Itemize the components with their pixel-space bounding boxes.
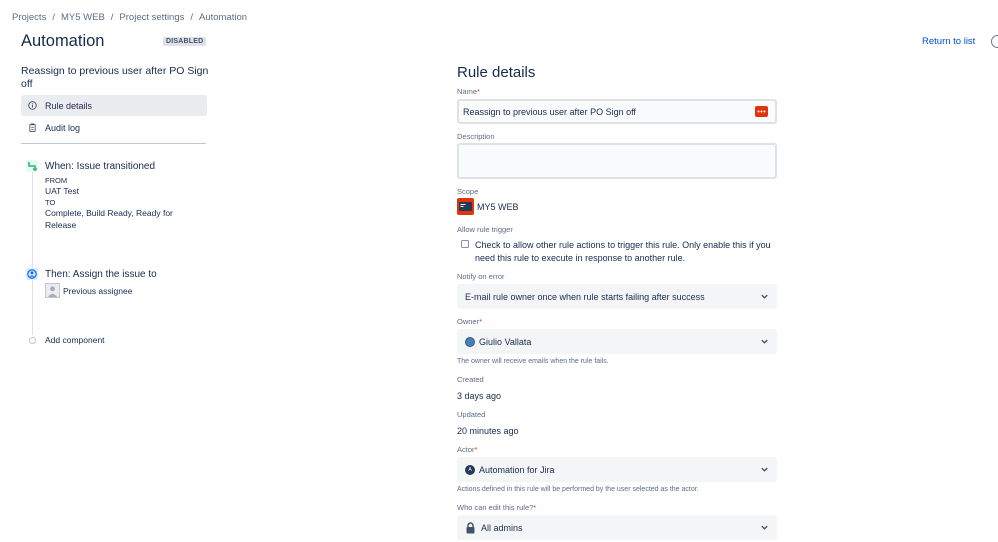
allow-trigger-label: Allow rule trigger bbox=[457, 225, 513, 234]
sidebar-item-label: Rule details bbox=[45, 100, 93, 111]
required-marker: * bbox=[533, 503, 537, 512]
chevron-down-icon bbox=[761, 339, 768, 344]
breadcrumb-separator: / bbox=[190, 12, 194, 23]
actor-help-text: Actions defined in this rule will be per… bbox=[457, 486, 699, 493]
page-title: Automation bbox=[21, 32, 105, 50]
created-value: 3 days ago bbox=[457, 391, 502, 401]
status-badge: DISABLED bbox=[163, 37, 207, 46]
name-label: Name* bbox=[457, 87, 480, 96]
trigger-to-label: TO bbox=[45, 198, 56, 207]
name-input[interactable]: Reassign to previous user after PO Sign … bbox=[457, 99, 777, 124]
rule-flow-connector bbox=[32, 172, 33, 335]
user-icon bbox=[48, 286, 57, 297]
chevron-down-icon bbox=[761, 525, 768, 530]
description-textarea[interactable] bbox=[457, 143, 777, 179]
avatar bbox=[45, 283, 60, 298]
actor-value: Automation for Jira bbox=[479, 464, 555, 475]
action-component[interactable] bbox=[26, 268, 38, 280]
action-value: Previous assignee bbox=[63, 286, 133, 296]
allow-trigger-text-2: need this rule to execute in response to… bbox=[475, 253, 686, 263]
actor-select[interactable]: A Automation for Jira bbox=[457, 457, 777, 482]
notify-label: Notify on error bbox=[457, 272, 505, 281]
transition-icon bbox=[26, 160, 38, 172]
breadcrumb-project[interactable]: MY5 WEB bbox=[61, 12, 105, 23]
owner-help-text: The owner will receive emails when the r… bbox=[457, 358, 609, 365]
chevron-down-icon bbox=[761, 294, 768, 299]
notify-value: E-mail rule owner once when rule starts … bbox=[465, 291, 705, 302]
trigger-title[interactable]: When: Issue transitioned bbox=[45, 161, 155, 172]
sidebar-item-audit-log[interactable]: Audit log bbox=[21, 117, 207, 138]
lock-icon bbox=[466, 521, 475, 533]
sidebar-item-rule-details[interactable]: Rule details bbox=[21, 95, 207, 116]
editors-label-text: Who can edit this rule? bbox=[457, 503, 534, 512]
name-input-value: Reassign to previous user after PO Sign … bbox=[463, 106, 636, 117]
rule-name-heading: Reassign to previous user after PO Sign … bbox=[21, 65, 209, 90]
sidebar-item-label: Audit log bbox=[45, 122, 81, 133]
actor-label: Actor* bbox=[457, 445, 477, 454]
more-options-icon[interactable] bbox=[755, 106, 768, 117]
automation-avatar-icon: A bbox=[465, 464, 475, 475]
project-avatar-icon bbox=[457, 198, 474, 215]
trigger-from-label: FROM bbox=[45, 176, 68, 185]
action-title[interactable]: Then: Assign the issue to bbox=[45, 269, 157, 280]
owner-avatar-icon bbox=[465, 336, 475, 347]
breadcrumb: Projects / MY5 WEB / Project settings / Automa… bbox=[12, 12, 247, 23]
allow-trigger-description: Check to allow other rule actions to tri… bbox=[475, 239, 771, 265]
assign-icon bbox=[26, 268, 38, 280]
scope-label: Scope bbox=[457, 187, 479, 196]
owner-label: Owner* bbox=[457, 317, 482, 326]
add-component-button[interactable]: Add component bbox=[45, 335, 105, 347]
rule-details-title: Rule details bbox=[457, 64, 536, 81]
updated-label: Updated bbox=[457, 410, 486, 419]
trigger-from-value: UAT Test bbox=[45, 186, 80, 196]
owner-label-text: Owner bbox=[457, 317, 480, 326]
trigger-component[interactable] bbox=[26, 160, 38, 172]
required-marker: * bbox=[477, 87, 480, 96]
updated-value: 20 minutes ago bbox=[457, 426, 519, 436]
scope-value: MY5 WEB bbox=[477, 202, 519, 212]
trigger-to-value: Complete, Build Ready, Ready for Release bbox=[45, 208, 173, 230]
breadcrumb-separator: / bbox=[52, 12, 55, 23]
breadcrumb-project-settings[interactable]: Project settings bbox=[119, 12, 184, 23]
breadcrumb-automation[interactable]: Automation bbox=[199, 12, 247, 23]
loading-spinner-icon bbox=[991, 35, 998, 48]
chevron-down-icon bbox=[761, 467, 768, 472]
required-marker: * bbox=[474, 445, 478, 454]
allow-trigger-text-1: Check to allow other rule actions to tri… bbox=[475, 240, 771, 250]
description-label: Description bbox=[457, 132, 495, 141]
return-to-list-link[interactable]: Return to list bbox=[922, 36, 975, 47]
required-marker: * bbox=[479, 317, 483, 326]
owner-select[interactable]: Giulio Vallata bbox=[457, 329, 777, 354]
actor-label-text: Actor bbox=[457, 445, 475, 454]
allow-trigger-checkbox[interactable] bbox=[461, 240, 469, 248]
clipboard-icon bbox=[28, 123, 37, 132]
info-icon bbox=[28, 101, 37, 110]
notify-on-error-select[interactable]: E-mail rule owner once when rule starts … bbox=[457, 284, 777, 309]
editors-label: Who can edit this rule?* bbox=[457, 503, 536, 512]
add-component-dot-icon bbox=[29, 337, 36, 344]
breadcrumb-separator: / bbox=[110, 12, 114, 23]
name-label-text: Name bbox=[457, 87, 478, 96]
who-can-edit-select[interactable]: All admins bbox=[457, 515, 777, 540]
editors-value: All admins bbox=[481, 522, 523, 533]
sidebar-divider bbox=[21, 143, 206, 144]
created-label: Created bbox=[457, 375, 484, 384]
breadcrumb-projects[interactable]: Projects bbox=[12, 12, 46, 23]
owner-value: Giulio Vallata bbox=[479, 336, 532, 347]
